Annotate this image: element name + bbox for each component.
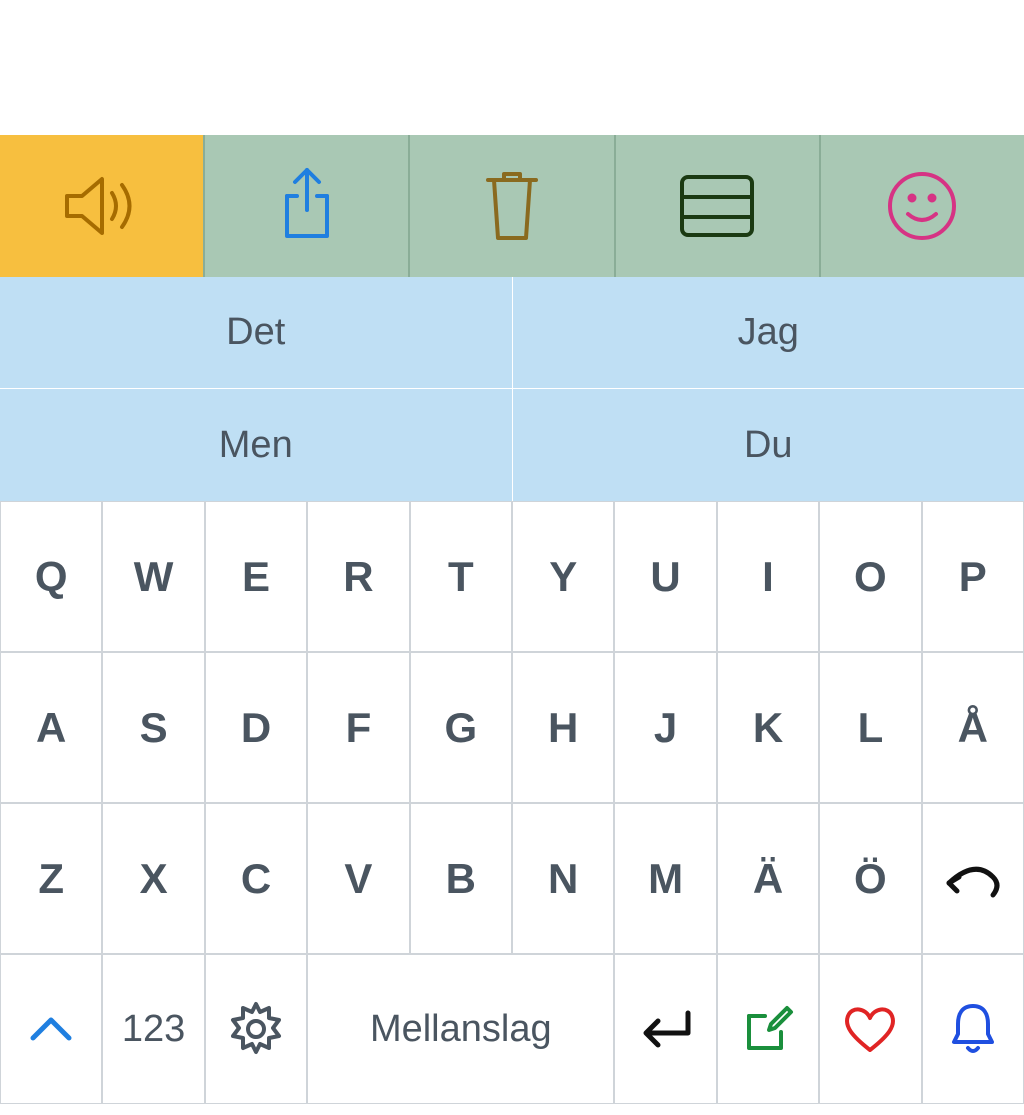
edit-icon <box>741 1002 795 1056</box>
edit-button[interactable] <box>717 954 819 1104</box>
key-b[interactable]: B <box>410 803 512 954</box>
key-k[interactable]: K <box>717 652 819 803</box>
bottom-row: 123 Mellanslag <box>0 954 1024 1104</box>
suggestion-bar: Det Jag Men Du <box>0 277 1024 501</box>
text-input-area[interactable] <box>0 0 1024 135</box>
chevron-up-icon <box>27 1014 75 1044</box>
suggestion-cell[interactable]: Jag <box>513 277 1024 389</box>
space-button[interactable]: Mellanslag <box>307 954 614 1104</box>
favorite-button[interactable] <box>819 954 921 1104</box>
key-c[interactable]: C <box>205 803 307 954</box>
rows-icon <box>678 173 756 239</box>
heart-icon <box>842 1004 898 1054</box>
suggestion-text: Det <box>226 311 285 354</box>
trash-icon <box>482 168 542 244</box>
toolbar <box>0 135 1024 277</box>
numbers-label: 123 <box>122 1008 185 1051</box>
undo-button[interactable] <box>922 803 1024 954</box>
key-u[interactable]: U <box>614 501 716 652</box>
key-p[interactable]: P <box>922 501 1024 652</box>
key-y[interactable]: Y <box>512 501 614 652</box>
key-odiaeresis[interactable]: Ö <box>819 803 921 954</box>
key-f[interactable]: F <box>307 652 409 803</box>
key-m[interactable]: M <box>614 803 716 954</box>
return-button[interactable] <box>614 954 716 1104</box>
notifications-button[interactable] <box>922 954 1024 1104</box>
key-o[interactable]: O <box>819 501 921 652</box>
suggestion-cell[interactable]: Du <box>513 389 1024 501</box>
key-adiaeresis[interactable]: Ä <box>717 803 819 954</box>
key-a[interactable]: A <box>0 652 102 803</box>
key-aring[interactable]: Å <box>922 652 1024 803</box>
key-l[interactable]: L <box>819 652 921 803</box>
key-i[interactable]: I <box>717 501 819 652</box>
suggestion-text: Men <box>219 424 293 467</box>
share-button[interactable] <box>205 135 410 277</box>
key-d[interactable]: D <box>205 652 307 803</box>
key-j[interactable]: J <box>614 652 716 803</box>
key-e[interactable]: E <box>205 501 307 652</box>
undo-icon <box>945 855 1001 903</box>
suggestion-cell[interactable]: Det <box>0 277 513 389</box>
key-w[interactable]: W <box>102 501 204 652</box>
key-h[interactable]: H <box>512 652 614 803</box>
speaker-icon <box>57 171 147 241</box>
suggestion-text: Jag <box>738 311 799 354</box>
settings-button[interactable] <box>205 954 307 1104</box>
smile-icon <box>886 170 958 242</box>
gear-icon <box>227 1000 285 1058</box>
key-s[interactable]: S <box>102 652 204 803</box>
shift-button[interactable] <box>0 954 102 1104</box>
key-n[interactable]: N <box>512 803 614 954</box>
suggestion-cell[interactable]: Men <box>0 389 513 501</box>
speaker-button[interactable] <box>0 135 205 277</box>
suggestion-text: Du <box>744 424 793 467</box>
key-q[interactable]: Q <box>0 501 102 652</box>
key-z[interactable]: Z <box>0 803 102 954</box>
share-icon <box>275 166 339 246</box>
space-label: Mellanslag <box>370 1008 552 1051</box>
key-x[interactable]: X <box>102 803 204 954</box>
trash-button[interactable] <box>410 135 615 277</box>
rows-button[interactable] <box>616 135 821 277</box>
numbers-button[interactable]: 123 <box>102 954 204 1104</box>
bell-icon <box>948 1000 998 1058</box>
emoji-button[interactable] <box>821 135 1024 277</box>
key-r[interactable]: R <box>307 501 409 652</box>
key-v[interactable]: V <box>307 803 409 954</box>
keyboard: Q W E R T Y U I O P A S D F G H J K L Å … <box>0 501 1024 954</box>
key-t[interactable]: T <box>410 501 512 652</box>
return-icon <box>638 1007 694 1051</box>
key-g[interactable]: G <box>410 652 512 803</box>
